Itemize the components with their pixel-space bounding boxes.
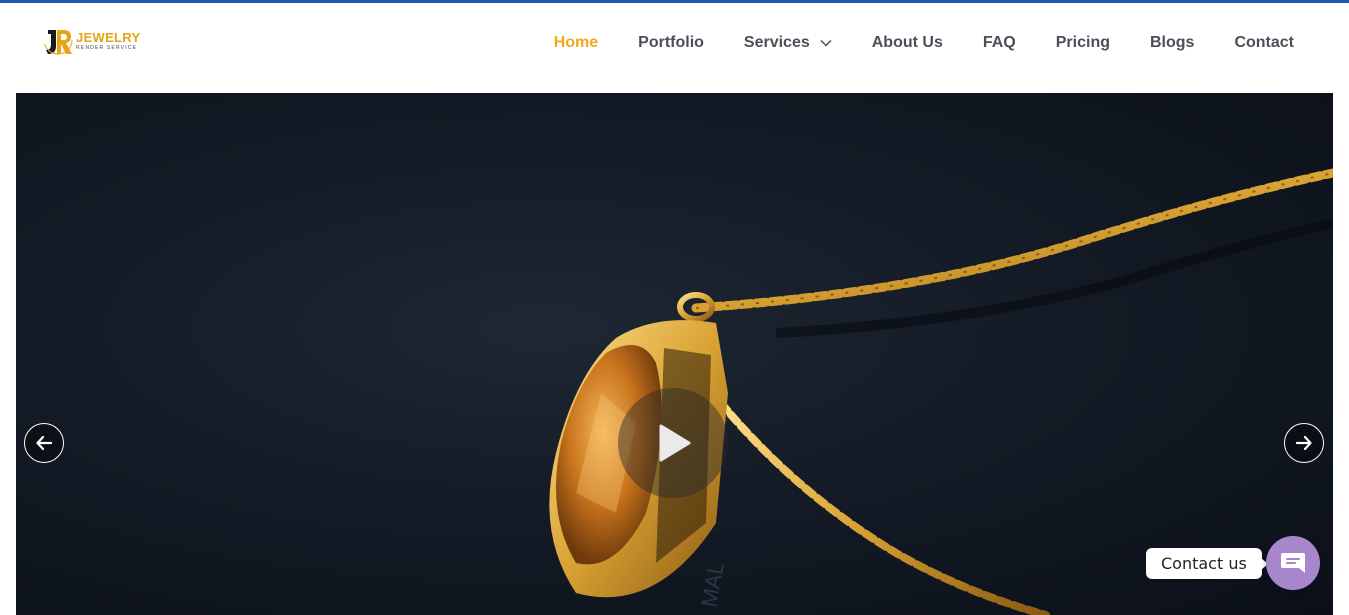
pendant-necklace-image: MAL xyxy=(549,168,1333,615)
nav-item-portfolio[interactable]: Portfolio xyxy=(638,34,704,52)
logo-mark-icon xyxy=(43,25,73,55)
nav-item-contact[interactable]: Contact xyxy=(1234,34,1294,52)
nav-item-pricing[interactable]: Pricing xyxy=(1056,34,1110,52)
site-header: JEWELRY RENDER SERVICE Home Portfolio Se… xyxy=(0,3,1349,93)
logo-tagline: RENDER SERVICE xyxy=(76,45,138,51)
arrow-right-icon xyxy=(1296,436,1312,450)
logo-wordmark: JEWELRY xyxy=(76,30,141,45)
chevron-down-icon xyxy=(820,39,832,47)
nav-item-home[interactable]: Home xyxy=(554,34,598,52)
arrow-left-icon xyxy=(36,436,52,450)
contact-us-button[interactable] xyxy=(1266,536,1320,590)
nav-item-services[interactable]: Services xyxy=(744,34,832,52)
nav-item-faq[interactable]: FAQ xyxy=(983,34,1016,52)
nav-item-services-label: Services xyxy=(743,34,810,51)
nav-item-about-us[interactable]: About Us xyxy=(872,34,943,52)
slider-prev-button[interactable] xyxy=(24,423,64,463)
chat-bubble-icon xyxy=(1281,553,1305,573)
slider-next-button[interactable] xyxy=(1284,423,1324,463)
main-nav: Home Portfolio Services About Us FAQ Pri… xyxy=(554,34,1294,52)
play-icon xyxy=(659,424,691,462)
site-logo[interactable]: JEWELRY RENDER SERVICE xyxy=(42,23,152,59)
svg-text:MAL: MAL xyxy=(696,560,728,609)
video-play-button[interactable] xyxy=(618,388,728,498)
nav-item-blogs[interactable]: Blogs xyxy=(1150,34,1194,52)
hero-video-slider: MAL xyxy=(16,93,1333,615)
contact-us-label[interactable]: Contact us xyxy=(1146,548,1268,579)
